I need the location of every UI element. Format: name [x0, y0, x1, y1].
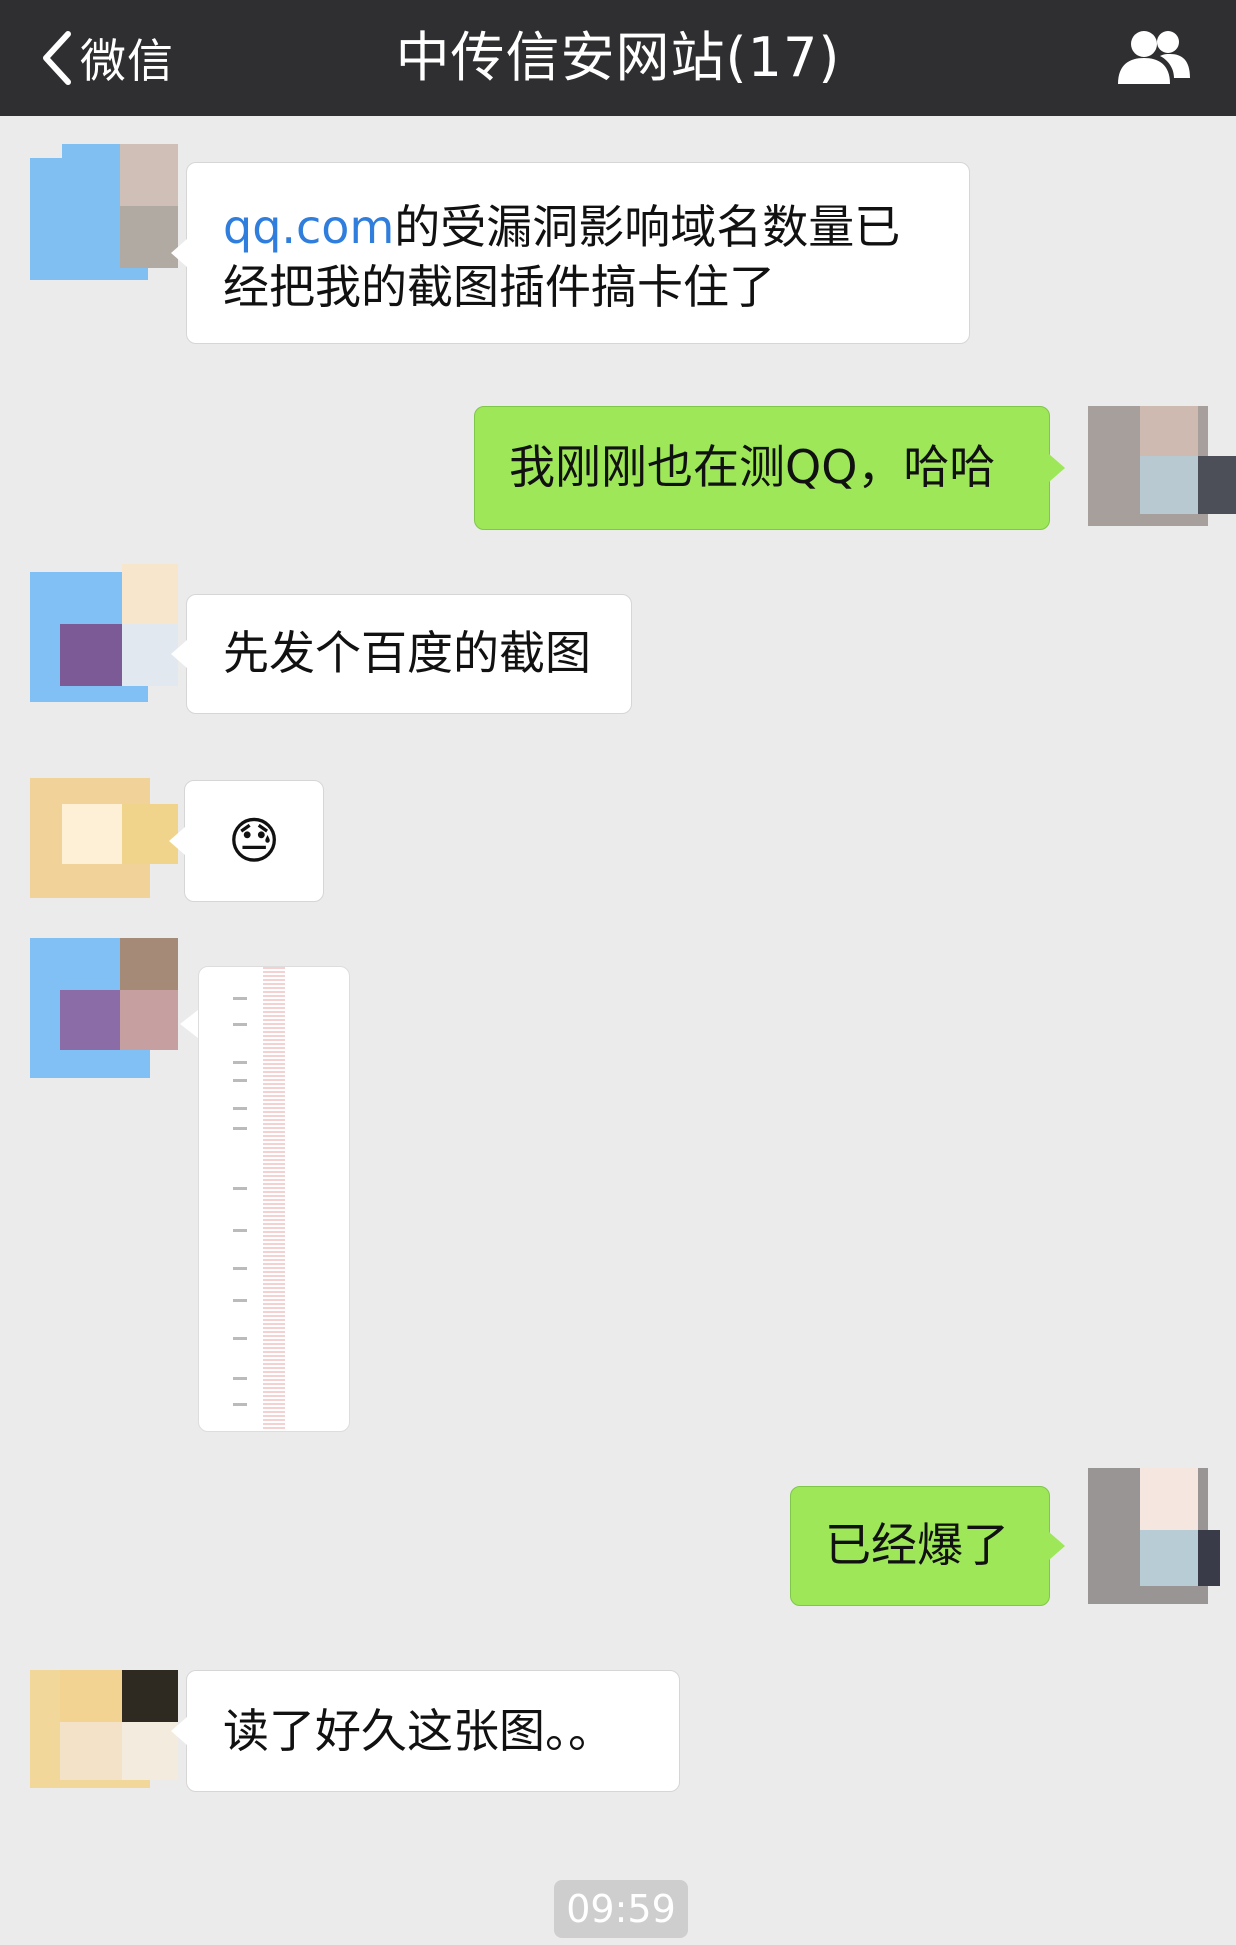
avatar[interactable]	[28, 938, 178, 1078]
avatar[interactable]	[28, 562, 178, 702]
avatar[interactable]	[1088, 1464, 1236, 1604]
group-info-button[interactable]	[1116, 26, 1192, 88]
message-bubble[interactable]: 我刚刚也在测QQ，哈哈	[474, 406, 1065, 530]
message-bubble[interactable]: 😓	[169, 780, 324, 902]
bubble-tail	[171, 640, 187, 668]
screenshot-line	[233, 1377, 247, 1380]
screenshot-line	[233, 1299, 247, 1302]
screenshot-line	[233, 1107, 247, 1110]
screenshot-line	[233, 1187, 247, 1190]
screenshot-line	[233, 997, 247, 1000]
timestamp: 09:59	[554, 1880, 688, 1938]
message-bubble[interactable]: 读了好久这张图。。	[171, 1670, 680, 1792]
message-bubble[interactable]: 先发个百度的截图	[171, 594, 632, 714]
bubble-tail	[180, 1010, 198, 1038]
bubble-tail	[1049, 454, 1065, 482]
screenshot-line	[233, 1267, 247, 1270]
avatar[interactable]	[28, 758, 178, 898]
message-text: 先发个百度的截图	[223, 626, 591, 680]
screenshot-line	[233, 1403, 247, 1406]
bubble-tail	[1049, 1532, 1065, 1560]
message-text: 的受漏洞影响域名数量已	[394, 200, 901, 254]
message-bubble[interactable]: 已经爆了	[790, 1486, 1065, 1606]
message-text: 读了好久这张图。。	[223, 1704, 614, 1758]
nav-bar: 微信 中传信安网站(17)	[0, 0, 1236, 116]
message-text: 已经爆了	[825, 1518, 1009, 1572]
group-members-icon	[1118, 31, 1190, 84]
emoji-sweat-icon: 😓	[227, 812, 281, 870]
bubble-tail	[169, 827, 185, 855]
screenshot-line	[233, 1229, 247, 1232]
screenshot-content	[263, 967, 285, 1431]
screenshot-line	[233, 1079, 247, 1082]
screenshot-line	[233, 1127, 247, 1130]
link[interactable]: qq.com	[223, 200, 394, 254]
screenshot-line	[233, 1061, 247, 1064]
message-bubble[interactable]: qq.com的受漏洞影响域名数量已 经把我的截图插件搞卡住了	[171, 162, 970, 344]
avatar[interactable]	[28, 144, 178, 284]
avatar[interactable]	[28, 1670, 178, 1810]
bubble-tail	[171, 1717, 187, 1745]
screenshot-line	[233, 1337, 247, 1340]
message-text: 经把我的截图插件搞卡住了	[223, 260, 775, 314]
image-message-thumbnail[interactable]	[198, 966, 350, 1432]
bubble-tail	[171, 239, 187, 267]
message-text: 我刚刚也在测QQ，哈哈	[509, 440, 996, 494]
screenshot-line	[233, 1023, 247, 1026]
avatar[interactable]	[1088, 404, 1236, 544]
chat-title: 中传信安网站(17)	[395, 26, 841, 89]
